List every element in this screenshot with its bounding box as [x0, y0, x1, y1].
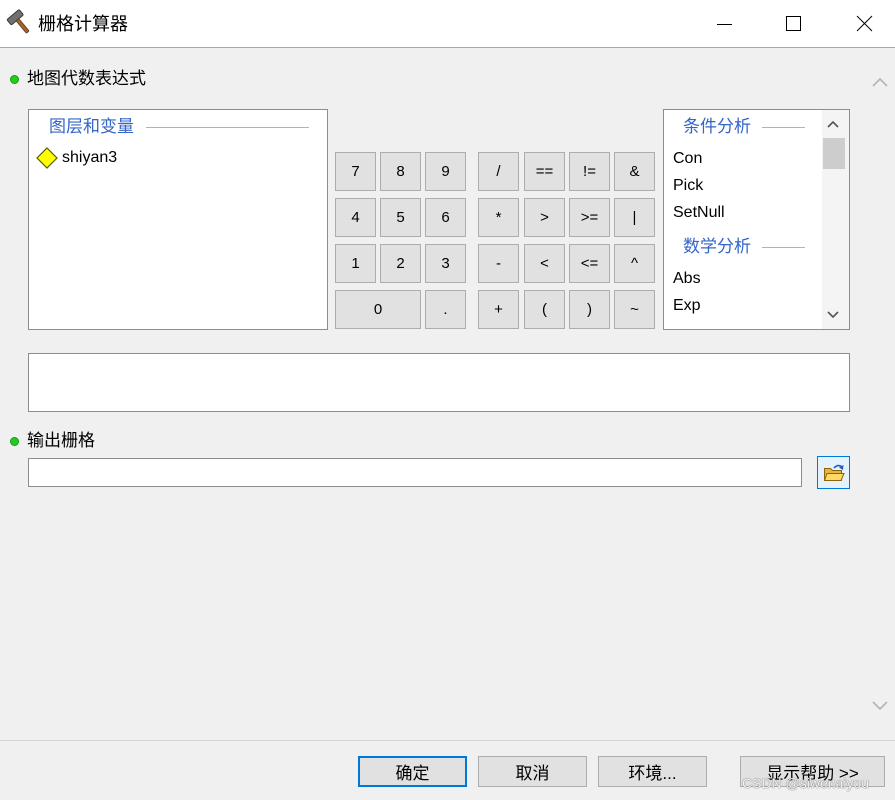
tool-item-pick[interactable]: Pick — [673, 176, 703, 196]
show-help-button[interactable]: 显示帮助 >> — [740, 756, 885, 787]
footer-divider — [0, 740, 895, 741]
tools-scroll-thumb[interactable] — [823, 138, 845, 169]
key-greater-equal[interactable]: >= — [569, 198, 610, 237]
maximize-button[interactable] — [770, 8, 816, 40]
key-less-equal[interactable]: <= — [569, 244, 610, 283]
key-less-than[interactable]: < — [524, 244, 565, 283]
expression-section-label: 地图代数表达式 — [27, 69, 146, 88]
tool-item-con[interactable]: Con — [673, 149, 702, 169]
tools-list[interactable]: 条件分析 Con Pick SetNull 数学分析 Abs Exp — [663, 109, 850, 330]
key-not-equal[interactable]: != — [569, 152, 610, 191]
key-not[interactable]: ~ — [614, 290, 655, 329]
tool-item-exp[interactable]: Exp — [673, 296, 701, 316]
key-plus[interactable]: + — [478, 290, 519, 329]
chevron-up-icon — [827, 120, 839, 128]
cancel-button[interactable]: 取消 — [478, 756, 587, 787]
tools-scroll-down-button[interactable] — [824, 307, 842, 323]
maximize-icon — [786, 16, 801, 31]
minimize-button[interactable] — [701, 8, 747, 40]
output-raster-input[interactable] — [28, 458, 802, 487]
window-title: 栅格计算器 — [38, 14, 128, 34]
key-or[interactable]: | — [614, 198, 655, 237]
tool-item-abs[interactable]: Abs — [673, 269, 701, 289]
expression-textbox[interactable] — [28, 353, 850, 412]
chevron-up-icon — [872, 77, 888, 87]
key-0[interactable]: 0 — [335, 290, 421, 329]
key-divide[interactable]: / — [478, 152, 519, 191]
key-3[interactable]: 3 — [425, 244, 466, 283]
layers-group-header: 图层和变量 — [49, 117, 134, 136]
key-1[interactable]: 1 — [335, 244, 376, 283]
key-7[interactable]: 7 — [335, 152, 376, 191]
key-close-paren[interactable]: ) — [569, 290, 610, 329]
group-divider — [762, 247, 805, 248]
list-item-layer[interactable]: shiyan3 — [35, 146, 155, 170]
ok-button[interactable]: 确定 — [358, 756, 467, 787]
close-icon — [856, 15, 873, 32]
key-open-paren[interactable]: ( — [524, 290, 565, 329]
key-6[interactable]: 6 — [425, 198, 466, 237]
key-9[interactable]: 9 — [425, 152, 466, 191]
key-8[interactable]: 8 — [380, 152, 421, 191]
required-dot — [10, 437, 19, 446]
layer-name: shiyan3 — [62, 149, 118, 166]
page-scroll-down-button[interactable] — [871, 698, 889, 714]
key-and[interactable]: & — [614, 152, 655, 191]
key-greater-than[interactable]: > — [524, 198, 565, 237]
group-divider — [762, 127, 805, 128]
key-xor[interactable]: ^ — [614, 244, 655, 283]
math-group-header: 数学分析 — [683, 237, 751, 256]
layers-variables-list[interactable]: 图层和变量 shiyan3 — [28, 109, 328, 330]
group-divider — [146, 127, 309, 128]
tool-item-setnull[interactable]: SetNull — [673, 203, 725, 223]
browse-button[interactable] — [817, 456, 850, 489]
key-equal[interactable]: == — [524, 152, 565, 191]
title-bar[interactable]: 栅格计算器 — [0, 0, 895, 48]
key-4[interactable]: 4 — [335, 198, 376, 237]
minimize-icon — [717, 24, 732, 25]
output-section-label: 输出栅格 — [27, 431, 95, 450]
key-decimal[interactable]: . — [425, 290, 466, 329]
open-folder-icon — [823, 462, 845, 483]
key-5[interactable]: 5 — [380, 198, 421, 237]
page-scroll-up-button[interactable] — [871, 74, 889, 90]
key-multiply[interactable]: * — [478, 198, 519, 237]
required-dot — [10, 75, 19, 84]
tools-scroll-up-button[interactable] — [824, 116, 842, 132]
chevron-down-icon — [827, 311, 839, 319]
key-minus[interactable]: - — [478, 244, 519, 283]
conditional-group-header: 条件分析 — [683, 117, 751, 136]
tools-list-scrollbar[interactable] — [822, 110, 849, 329]
close-button[interactable] — [841, 8, 887, 40]
environments-button[interactable]: 环境... — [598, 756, 707, 787]
hammer-icon — [6, 9, 34, 37]
raster-layer-diamond-icon — [36, 147, 58, 169]
chevron-down-icon — [872, 701, 888, 711]
key-2[interactable]: 2 — [380, 244, 421, 283]
